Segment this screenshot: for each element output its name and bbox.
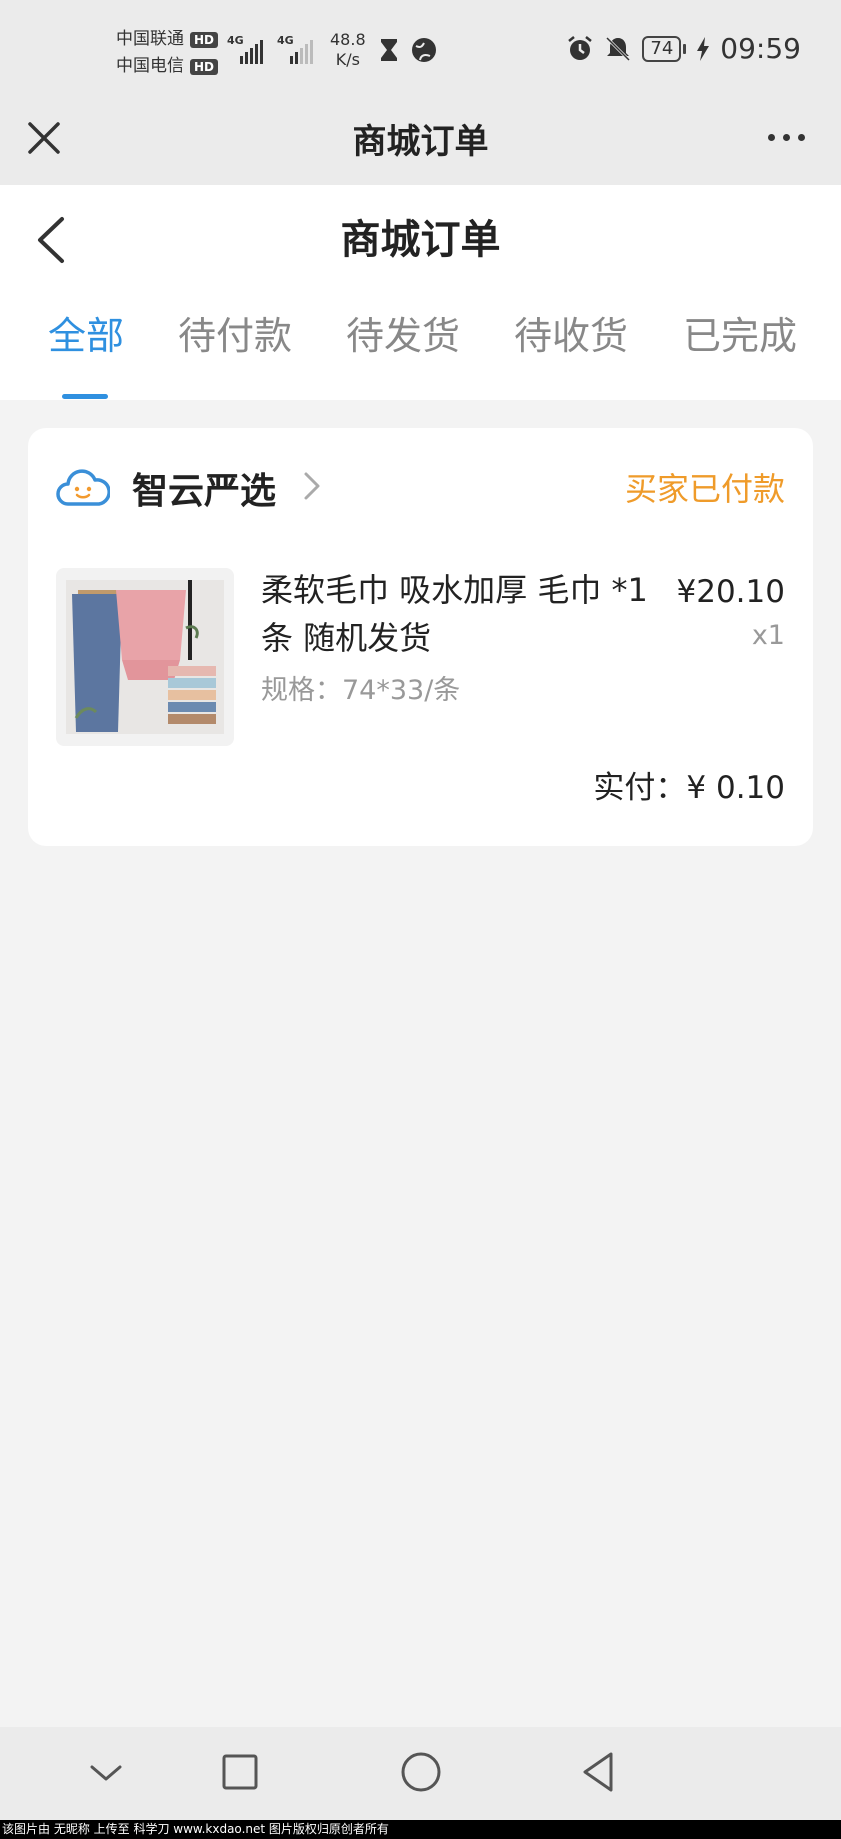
paid-value: ¥ 0.10 xyxy=(686,770,785,806)
mute-icon xyxy=(606,36,631,61)
product-title[interactable]: 柔软毛巾 吸水加厚 毛巾 *1条 随机发货 xyxy=(261,566,661,662)
hd-badge: HD xyxy=(190,58,219,75)
system-navbar xyxy=(0,1727,841,1820)
recent-apps-icon[interactable] xyxy=(220,1749,260,1797)
tab-pending-payment[interactable]: 待付款 xyxy=(178,305,292,360)
right-status: 74 09:59 xyxy=(566,32,801,65)
status-bar: 中国联通 HD 中国电信 HD 4G 4G 48.8 K/s 74 09:59 xyxy=(0,0,841,100)
chevron-right-icon[interactable] xyxy=(302,470,322,502)
hd-badge: HD xyxy=(190,31,219,48)
active-tab-indicator xyxy=(62,394,108,399)
home-icon[interactable] xyxy=(399,1749,443,1797)
carrier-1: 中国联通 xyxy=(116,29,184,49)
signal-icon: 4G xyxy=(227,32,263,64)
webview-titlebar: 商城订单 xyxy=(0,100,841,185)
back-nav-icon[interactable] xyxy=(578,1749,618,1797)
product-thumbnail[interactable] xyxy=(56,568,234,746)
order-status: 买家已付款 xyxy=(624,470,785,508)
watermark: 该图片由 无昵称 上传至 科学刀 www.kxdao.net 图片版权归原创者所… xyxy=(0,1820,841,1839)
tab-pending-shipment[interactable]: 待发货 xyxy=(346,305,460,360)
tab-completed[interactable]: 已完成 xyxy=(683,305,797,360)
battery-icon: 74 xyxy=(642,35,687,62)
signal-icon: 4G xyxy=(277,32,313,64)
paid-amount: 实付：¥ 0.10 xyxy=(593,762,785,807)
tab-pending-receipt[interactable]: 待收货 xyxy=(514,305,628,360)
clock: 09:59 xyxy=(720,32,801,65)
page-title: 商城订单 xyxy=(340,217,501,263)
nav-down-icon[interactable] xyxy=(86,1749,126,1797)
order-card[interactable]: 智云严选 买家已付款 柔软毛巾 吸水加厚 毛巾 *1条 随机发货 规格：74*3… xyxy=(28,428,813,846)
tab-all[interactable]: 全部 xyxy=(48,305,124,360)
cloud-smile-icon xyxy=(56,469,110,506)
window-title: 商城订单 xyxy=(352,122,489,162)
shop-name[interactable]: 智云严选 xyxy=(132,462,276,514)
more-icon[interactable] xyxy=(768,134,805,141)
hourglass-icon xyxy=(381,39,397,61)
network-type: 4G xyxy=(227,34,244,47)
paid-label: 实付： xyxy=(593,770,687,806)
page-header: 商城订单 全部 待付款 待发货 待收货 已完成 xyxy=(0,185,841,400)
product-spec: 规格：74*33/条 xyxy=(261,675,461,706)
product-quantity: x1 xyxy=(751,620,785,651)
network-speed: 48.8 K/s xyxy=(330,30,366,69)
carrier-2: 中国电信 xyxy=(116,56,184,76)
network-type: 4G xyxy=(277,34,294,47)
carrier-info: 中国联通 HD 中国电信 HD xyxy=(116,26,219,80)
order-tabs: 全部 待付款 待发货 待收货 已完成 xyxy=(0,305,841,395)
charging-icon xyxy=(697,36,710,61)
product-price: ¥20.10 xyxy=(676,574,785,610)
globe-icon xyxy=(412,38,436,62)
alarm-icon xyxy=(568,35,593,60)
